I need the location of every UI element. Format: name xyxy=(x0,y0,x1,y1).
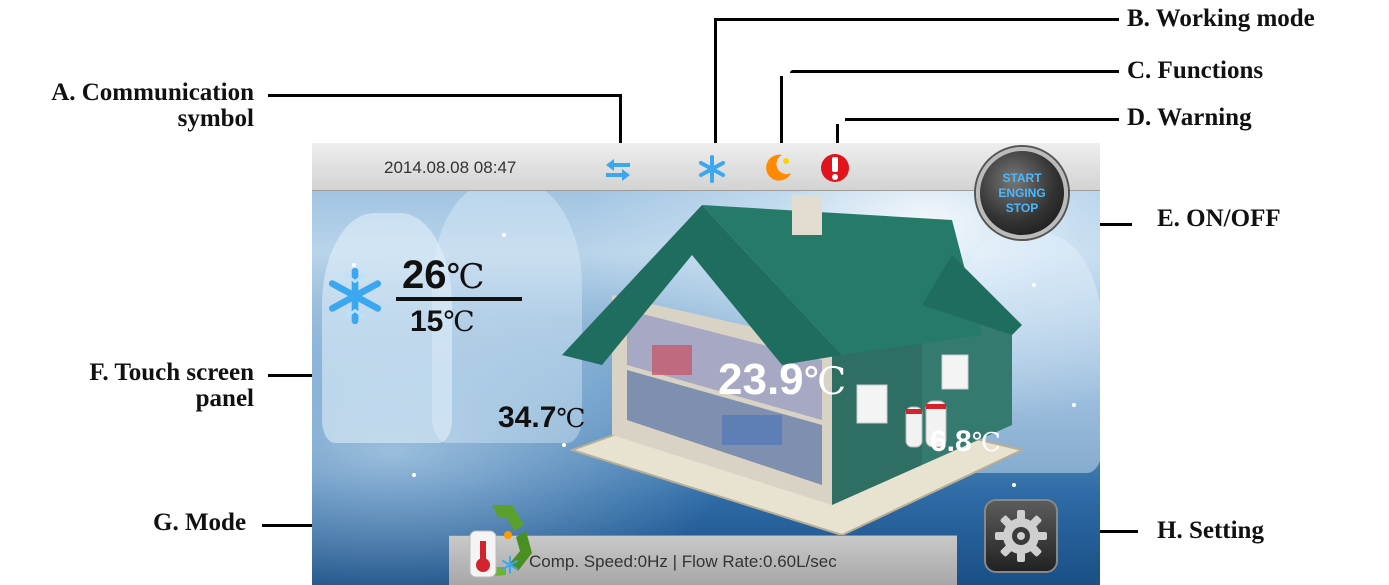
callout-functions: C. Functions xyxy=(1127,57,1264,84)
leader-working-mode xyxy=(714,18,1119,21)
setpoint-upper[interactable]: 26℃ xyxy=(402,253,485,298)
stop-label: STOP xyxy=(1005,200,1039,215)
setting-button[interactable] xyxy=(984,499,1058,573)
touch-screen-panel: 2014.08.08 08:47 START ENGING STOP 26℃ 1… xyxy=(312,143,1100,585)
cooling-snowflake-icon xyxy=(326,267,384,330)
leader-warning xyxy=(845,118,1119,121)
indoor-temperature-value: 23.9 xyxy=(718,355,804,404)
datetime: 2014.08.08 08:47 xyxy=(384,158,517,177)
function-moon-icon xyxy=(762,151,794,188)
callout-touch-screen-line1: F. Touch screen xyxy=(89,359,254,386)
leader-working-mode-drop xyxy=(714,18,717,153)
water-temperature: 34.7℃ xyxy=(498,401,585,435)
snowflake-dot xyxy=(412,473,416,477)
gear-icon xyxy=(995,510,1047,562)
warning-icon xyxy=(820,152,850,189)
start-label: START xyxy=(1002,170,1042,185)
callout-communication-line2: symbol xyxy=(177,105,254,133)
communication-icon xyxy=(604,157,632,188)
callout-touch-screen-line2: panel xyxy=(195,385,254,413)
indoor-temperature-unit: ℃ xyxy=(803,359,847,403)
callout-setting: H. Setting xyxy=(1157,517,1264,544)
start-stop-button[interactable]: START ENGING STOP xyxy=(976,147,1068,239)
callout-communication-line1: A. Communication xyxy=(51,79,254,106)
outdoor-temperature: 6.8℃ xyxy=(930,425,1001,459)
snowflake-dot xyxy=(502,233,506,237)
indoor-temperature: 23.9℃ xyxy=(718,355,846,405)
setpoint-upper-value: 26 xyxy=(402,253,447,297)
callout-mode: G. Mode xyxy=(153,509,247,536)
snowflake-dot xyxy=(1032,283,1036,287)
mode-button[interactable] xyxy=(462,501,532,583)
snowflake-icon xyxy=(698,155,726,188)
callout-communication: A. Communication symbol xyxy=(8,79,254,133)
outdoor-temperature-unit: ℃ xyxy=(971,428,1001,458)
leader-communication xyxy=(268,94,622,97)
info-bar-text: Comp. Speed:0Hz | Flow Rate:0.60L/sec xyxy=(529,552,837,571)
water-temperature-value: 34.7 xyxy=(498,401,557,434)
leader-functions xyxy=(790,70,1119,73)
setpoint-lower[interactable]: 15℃ xyxy=(410,305,475,339)
outdoor-temperature-value: 6.8 xyxy=(930,425,972,458)
callout-working-mode: B. Working mode xyxy=(1127,5,1315,32)
leader-functions-drop xyxy=(780,76,783,153)
callout-touch-screen: F. Touch screen panel xyxy=(20,359,254,413)
snowflake-dot xyxy=(1072,403,1076,407)
callout-on-off: E. ON/OFF xyxy=(1157,205,1281,232)
water-temperature-unit: ℃ xyxy=(556,404,586,434)
setpoint-lower-value: 15 xyxy=(410,305,444,338)
engine-label: ENGING xyxy=(998,185,1046,200)
setpoint-divider xyxy=(396,297,522,301)
callout-warning: D. Warning xyxy=(1127,104,1252,131)
setpoint-upper-unit: ℃ xyxy=(446,257,485,297)
setpoint-lower-unit: ℃ xyxy=(443,305,475,338)
